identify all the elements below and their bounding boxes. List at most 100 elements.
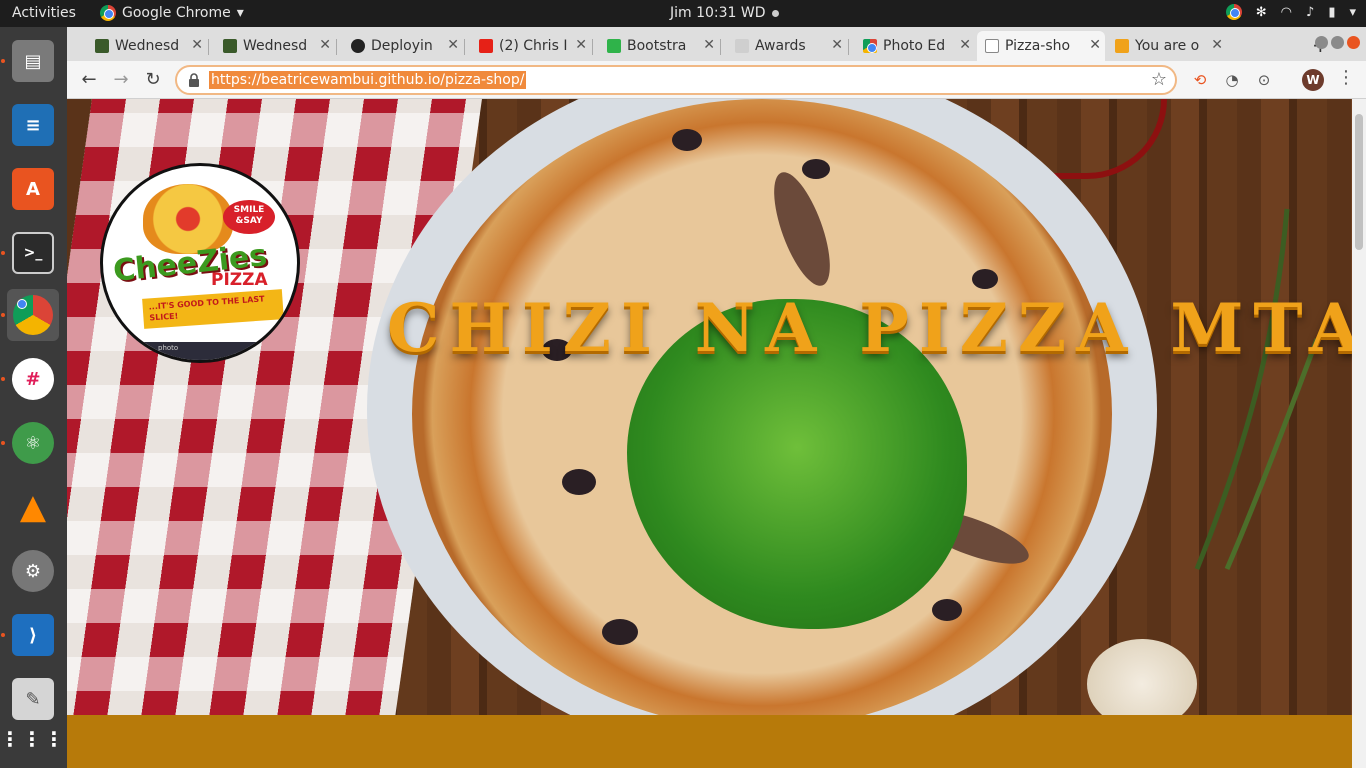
- page-icon: [985, 39, 999, 53]
- address-bar[interactable]: https://beatricewambui.github.io/pizza-s…: [175, 65, 1177, 95]
- menu-icon[interactable]: ⋮: [1337, 67, 1355, 88]
- tab-close-icon[interactable]: ✕: [959, 37, 971, 53]
- tab-close-icon[interactable]: ✕: [1089, 37, 1101, 53]
- dock-item-chrome[interactable]: [1, 289, 59, 341]
- page-viewport: CHIZI NA PIZZA MTAANI SMILE &SAY CheeZie…: [67, 99, 1352, 768]
- tab-separator: [336, 39, 337, 55]
- running-indicator: [1, 633, 5, 637]
- system-tray[interactable]: ✻ ◠ ♪ ▮ ▾: [1225, 4, 1356, 20]
- software-center-icon: A: [12, 168, 54, 210]
- bookmark-star-icon[interactable]: ☆: [1151, 69, 1167, 90]
- dock-item-writer[interactable]: ≡: [7, 99, 59, 151]
- tab-close-icon[interactable]: ✕: [703, 37, 715, 53]
- dock-item-software[interactable]: A: [7, 163, 59, 215]
- dock-item-slack[interactable]: #: [1, 353, 59, 405]
- olive: [602, 619, 638, 645]
- app-menu[interactable]: Google Chrome ▾: [100, 5, 244, 21]
- settings-icon: ⚙: [12, 550, 54, 592]
- tab[interactable]: Wednesd ✕: [215, 31, 337, 61]
- olive: [802, 159, 830, 179]
- system-top-bar: Activities Google Chrome ▾ Jim 10:31 WD …: [0, 0, 1366, 27]
- running-indicator: [1, 251, 5, 255]
- olive: [562, 469, 596, 495]
- tab-label: Pizza-sho: [1005, 38, 1071, 54]
- show-applications-button[interactable]: ⋮⋮⋮: [0, 713, 64, 765]
- tab-separator: [720, 39, 721, 55]
- tab[interactable]: (2) Chris I ✕: [471, 31, 593, 61]
- dock-item-atom[interactable]: ⚛: [1, 417, 59, 469]
- close-window-button[interactable]: [1347, 36, 1360, 49]
- tab-strip: Wednesd ✕ Wednesd ✕ Deployin ✕ (2) Chris…: [67, 27, 1366, 61]
- dock: ▤ ≡ A >_ # ⚛ ▲ ⚙ ⟩ ✎ ⋮⋮⋮: [0, 27, 67, 768]
- tab-separator: [848, 39, 849, 55]
- cheezies-logo[interactable]: SMILE &SAY CheeZies PIZZA ...IT'S GOOD T…: [100, 163, 300, 363]
- scrollbar-thumb[interactable]: [1355, 114, 1363, 250]
- tab-label: (2) Chris I: [499, 38, 568, 54]
- running-indicator: [1, 377, 5, 381]
- chrome-icon: [100, 5, 116, 21]
- files-icon: ▤: [12, 40, 54, 82]
- dock-item-files[interactable]: ▤: [1, 35, 59, 87]
- avatar[interactable]: W: [1302, 69, 1324, 91]
- photo-editor-icon: [863, 39, 877, 53]
- tab-label: Wednesd: [115, 38, 180, 54]
- tab-label: Awards: [755, 38, 806, 54]
- tab-separator: [592, 39, 593, 55]
- wifi-icon[interactable]: ◠: [1281, 5, 1292, 20]
- slack-icon: #: [12, 358, 54, 400]
- dock-item-vlc[interactable]: ▲: [7, 481, 59, 533]
- notification-dot: [771, 9, 779, 17]
- tab-close-icon[interactable]: ✕: [1211, 37, 1223, 53]
- hero-headline: CHIZI NA PIZZA MTAANI: [387, 289, 1352, 367]
- tab-close-icon[interactable]: ✕: [319, 37, 331, 53]
- tab[interactable]: Awards ✕: [727, 31, 849, 61]
- github-icon: [351, 39, 365, 53]
- garlic-image: [1087, 639, 1197, 715]
- clock[interactable]: Jim 10:31 WD: [670, 5, 779, 21]
- tab-label: Photo Ed: [883, 38, 946, 54]
- running-indicator: [1, 313, 5, 317]
- activities-button[interactable]: Activities: [12, 5, 76, 21]
- back-button[interactable]: ←: [77, 68, 101, 92]
- slack-tray-icon[interactable]: ✻: [1256, 5, 1267, 20]
- battery-icon[interactable]: ▮: [1328, 5, 1335, 20]
- tab[interactable]: You are o ✕: [1107, 31, 1227, 61]
- tab-label: Deployin: [371, 38, 433, 54]
- section-band: [67, 715, 1352, 768]
- dock-item-terminal[interactable]: >_: [1, 227, 59, 279]
- hero-section: CHIZI NA PIZZA MTAANI SMILE &SAY CheeZie…: [67, 99, 1352, 715]
- tab[interactable]: Bootstra ✕: [599, 31, 721, 61]
- tab-close-icon[interactable]: ✕: [191, 37, 203, 53]
- running-indicator: [1, 59, 5, 63]
- extension-icon[interactable]: ⟲: [1190, 70, 1210, 90]
- page-scrollbar[interactable]: [1352, 99, 1366, 768]
- chrome-tray-icon[interactable]: [1225, 4, 1242, 20]
- bootstrap-icon: [607, 39, 621, 53]
- vlc-icon: ▲: [19, 487, 47, 527]
- performance-icon[interactable]: ◔: [1222, 70, 1242, 90]
- chrome-icon: [13, 295, 53, 335]
- olive: [932, 599, 962, 621]
- clock-text: Jim 10:31 WD: [670, 5, 766, 21]
- chevron-down-icon[interactable]: ▾: [1349, 5, 1356, 20]
- tab[interactable]: Deployin ✕: [343, 31, 465, 61]
- dock-item-vscode[interactable]: ⟩: [1, 609, 59, 661]
- olive: [972, 269, 998, 289]
- terminal-icon: >_: [12, 232, 54, 274]
- extension-icon[interactable]: ⊙: [1254, 70, 1274, 90]
- tab-close-icon[interactable]: ✕: [575, 37, 587, 53]
- volume-icon[interactable]: ♪: [1306, 5, 1314, 20]
- maximize-button[interactable]: [1331, 36, 1344, 49]
- tab-active[interactable]: Pizza-sho ✕: [977, 31, 1105, 61]
- minimize-button[interactable]: [1315, 36, 1328, 49]
- tab-close-icon[interactable]: ✕: [447, 37, 459, 53]
- dock-item-settings[interactable]: ⚙: [7, 545, 59, 597]
- tab-separator: [464, 39, 465, 55]
- url-text[interactable]: https://beatricewambui.github.io/pizza-s…: [209, 71, 527, 89]
- forward-button[interactable]: →: [109, 68, 133, 92]
- tab-close-icon[interactable]: ✕: [831, 37, 843, 53]
- tab[interactable]: Wednesd ✕: [87, 31, 209, 61]
- vscode-icon: ⟩: [12, 614, 54, 656]
- tab[interactable]: Photo Ed ✕: [855, 31, 975, 61]
- reload-button[interactable]: ↻: [141, 68, 165, 92]
